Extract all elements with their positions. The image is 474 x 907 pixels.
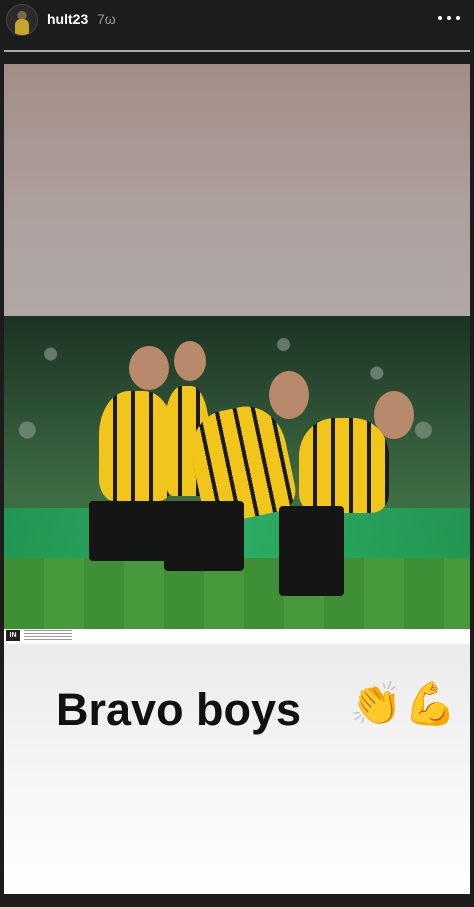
story-card: IN Bravo boys 👏 💪 <box>4 64 470 894</box>
player-jersey <box>299 418 389 513</box>
avatar[interactable] <box>6 4 38 36</box>
avatar-figure <box>15 19 29 35</box>
gradient-background-top <box>4 64 470 316</box>
clapping-hands-icon: 👏 <box>350 680 403 727</box>
player-jersey <box>99 391 174 501</box>
player-head <box>129 346 169 390</box>
progress-bar <box>4 50 470 52</box>
press-logo: IN <box>6 630 20 641</box>
player-head <box>269 371 309 419</box>
player-shorts <box>279 506 344 596</box>
player-shorts <box>89 501 169 561</box>
story-caption: Bravo boys <box>56 684 302 735</box>
press-credit-text <box>24 630 72 641</box>
flexed-biceps-icon: 💪 <box>404 680 457 727</box>
press-credit-strip <box>4 629 470 644</box>
story-header: hult23 7ω <box>0 0 474 44</box>
timestamp: 7ω <box>97 11 116 27</box>
football-photo <box>4 316 470 644</box>
player-shorts <box>164 501 244 571</box>
more-options-icon[interactable] <box>438 8 460 28</box>
username[interactable]: hult23 <box>47 11 88 27</box>
player-head <box>174 341 206 381</box>
